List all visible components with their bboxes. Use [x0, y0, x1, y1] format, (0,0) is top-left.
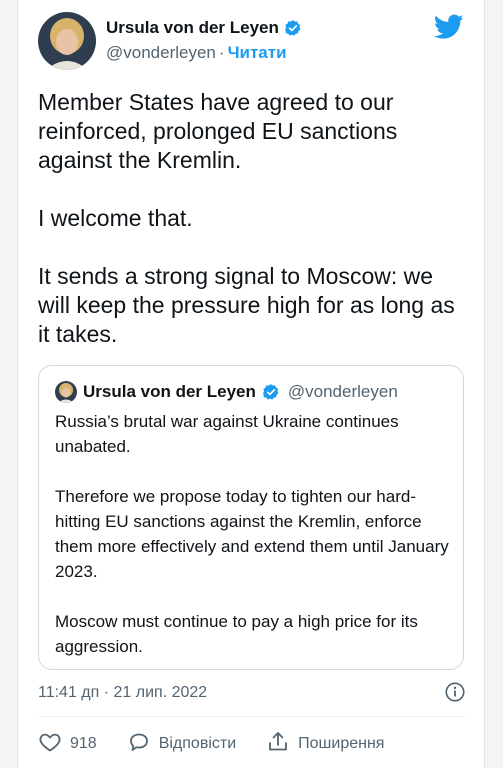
handle-separator: · [218, 43, 225, 62]
author-avatar[interactable] [38, 12, 96, 70]
tweet-meta: 11:41 дп · 21 лип. 2022 [38, 681, 466, 707]
tweet-paragraph: It sends a strong signal to Moscow: we w… [38, 263, 455, 347]
follow-link[interactable]: Читати [228, 43, 287, 62]
info-icon[interactable] [444, 681, 466, 703]
like-count: 918 [70, 735, 97, 752]
verified-badge-icon [284, 19, 302, 37]
tweet-header: Ursula von der Leyen @vonderleyen · Читати [38, 12, 466, 72]
quoted-header: Ursula von der Leyen @vonderleyen [55, 381, 398, 403]
heart-icon [38, 730, 62, 759]
tweet-paragraph: I welcome that. [38, 205, 193, 231]
author-handle[interactable]: @vonderleyen [106, 43, 216, 62]
quoted-author-handle: @vonderleyen [287, 382, 398, 401]
tweet-paragraph: Member States have agreed to our reinfor… [38, 89, 398, 173]
quoted-tweet[interactable]: Ursula von der Leyen @vonderleyen Russia… [38, 365, 464, 670]
share-button[interactable]: Поширення [266, 730, 384, 759]
divider [38, 716, 466, 717]
quoted-avatar [55, 381, 77, 403]
reply-label: Відповісти [158, 735, 237, 752]
twitter-bird-icon[interactable] [433, 14, 464, 40]
action-bar: 918 Відповісти Поширення [38, 730, 466, 758]
tweet-timestamp[interactable]: 11:41 дп · 21 лип. 2022 [38, 684, 207, 701]
like-button[interactable]: 918 [38, 730, 97, 759]
quoted-body: Russia’s brutal war against Ukraine cont… [55, 409, 450, 684]
share-icon [266, 730, 290, 759]
reply-button[interactable]: Відповісти [127, 730, 236, 759]
author-name[interactable]: Ursula von der Leyen [106, 17, 279, 39]
tweet-body: Member States have agreed to our reinfor… [38, 88, 468, 378]
quoted-paragraph: Russia’s brutal war against Ukraine cont… [55, 412, 399, 456]
verified-badge-icon [262, 383, 280, 401]
share-label: Поширення [298, 735, 385, 752]
quoted-author-name: Ursula von der Leyen [83, 382, 256, 401]
quoted-paragraph: Moscow must continue to pay a high price… [55, 612, 418, 656]
author-block: Ursula von der Leyen @vonderleyen · Читати [106, 17, 302, 65]
tweet-card: Ursula von der Leyen @vonderleyen · Читати… [17, 0, 485, 768]
quoted-paragraph: Therefore we propose today to tighten ou… [55, 487, 449, 581]
reply-bubble-icon [127, 730, 151, 759]
